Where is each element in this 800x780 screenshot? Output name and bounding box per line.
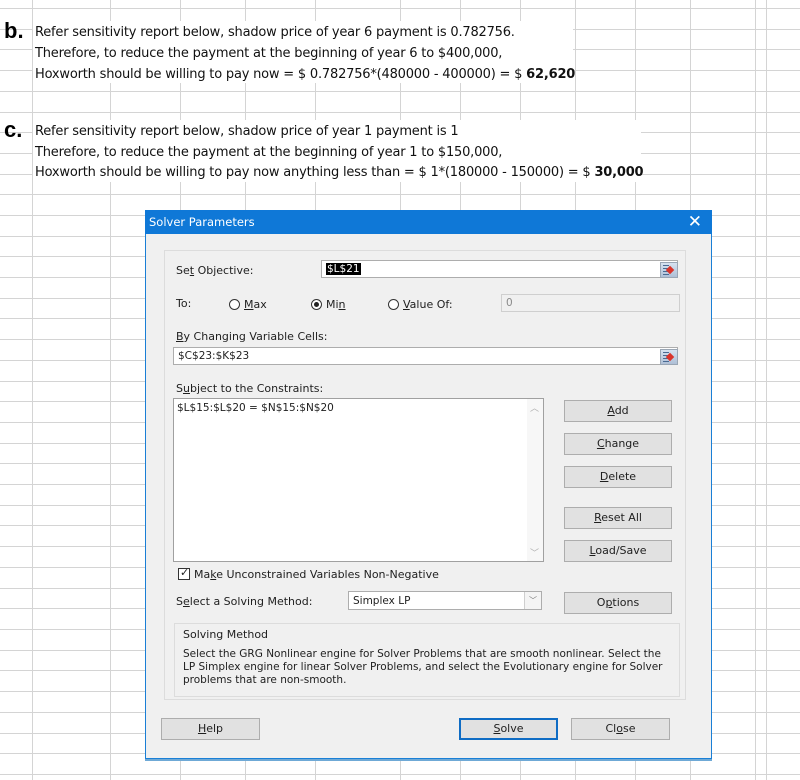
set-objective-label: Set Objective: (176, 264, 254, 277)
change-button[interactable]: Change (564, 433, 672, 455)
part-b-line1: Refer sensitivity report below, shadow p… (35, 25, 515, 40)
part-c-line3: Hoxworth should be willing to pay now an… (35, 165, 644, 180)
load-save-button[interactable]: Load/Save (564, 540, 672, 562)
changing-cells-label: By Changing Variable Cells: (176, 330, 328, 343)
part-b-label: b. (4, 18, 24, 43)
part-b-line2: Therefore, to reduce the payment at the … (35, 46, 503, 61)
help-button[interactable]: Help (161, 718, 260, 740)
to-label: To: (176, 297, 192, 310)
constraints-listbox[interactable]: $L$15:$L$20 = $N$15:$N$20 ︿ ﹀ (173, 398, 544, 562)
scroll-down-icon[interactable]: ﹀ (530, 546, 539, 559)
grid-row-line (0, 112, 800, 113)
radio-min-label[interactable]: Min (326, 298, 346, 311)
add-button[interactable]: Add (564, 400, 672, 422)
checkmark-icon: ✓ (180, 566, 190, 579)
part-c-line1: Refer sensitivity report below, shadow p… (35, 124, 459, 139)
grid-row-line (0, 774, 800, 775)
radio-max[interactable] (229, 299, 240, 310)
solving-method-description: Select the GRG Nonlinear engine for Solv… (183, 648, 663, 686)
collapse-dialog-cells-icon[interactable] (660, 349, 678, 365)
close-icon[interactable]: ✕ (688, 212, 702, 232)
solver-parameters-dialog: Solver Parameters ✕ Set Objective: $L$21… (145, 210, 712, 759)
constraint-item[interactable]: $L$15:$L$20 = $N$15:$N$20 (177, 402, 334, 414)
grid-column-line (32, 0, 33, 780)
reset-all-button[interactable]: Reset All (564, 507, 672, 529)
scroll-up-icon[interactable]: ︿ (530, 401, 539, 414)
solving-method-value: Simplex LP (353, 595, 411, 607)
part-c-label: c. (4, 117, 23, 142)
delete-button[interactable]: Delete (564, 466, 672, 488)
changing-cells-input[interactable]: $C$23:$K$23 (173, 347, 678, 365)
options-button[interactable]: Options (564, 592, 672, 614)
value-of-input[interactable]: 0 (501, 294, 680, 312)
radio-value-of-label[interactable]: Value Of: (403, 298, 453, 311)
part-b-result: 62,620 (526, 67, 576, 82)
solving-method-group: Solving Method Select the GRG Nonlinear … (174, 623, 680, 697)
radio-max-label[interactable]: Max (244, 298, 267, 311)
close-button[interactable]: Close (571, 718, 670, 740)
solving-method-group-title: Solving Method (183, 628, 269, 641)
dialog-titlebar[interactable]: Solver Parameters ✕ (145, 210, 712, 234)
grid-row-line (0, 8, 800, 9)
nonnegative-label[interactable]: Make Unconstrained Variables Non-Negativ… (194, 568, 439, 581)
nonnegative-checkbox[interactable]: ✓ (178, 566, 190, 580)
dialog-title: Solver Parameters (149, 215, 255, 229)
collapse-dialog-objective-icon[interactable] (660, 262, 678, 278)
grid-column-line (766, 0, 767, 780)
solving-method-label: Select a Solving Method: (176, 595, 313, 608)
constraints-label: Subject to the Constraints: (176, 382, 324, 395)
part-c-result: 30,000 (594, 165, 644, 180)
chevron-down-icon[interactable]: ﹀ (524, 592, 541, 609)
part-c-formula: Hoxworth should be willing to pay now an… (35, 165, 595, 180)
grid-column-line (110, 0, 111, 780)
part-b-line3: Hoxworth should be willing to pay now = … (35, 67, 575, 82)
grid-row-line (0, 194, 800, 195)
part-b-formula: Hoxworth should be willing to pay now = … (35, 67, 527, 82)
radio-value-of[interactable] (388, 299, 399, 310)
set-objective-value: $L$21 (326, 263, 361, 275)
set-objective-input[interactable]: $L$21 (321, 260, 678, 278)
grid-row-line (0, 91, 800, 92)
solve-button[interactable]: Solve (459, 718, 558, 740)
radio-min[interactable] (311, 299, 322, 310)
constraints-scrollbar[interactable]: ︿ ﹀ (527, 399, 543, 561)
part-c-line2: Therefore, to reduce the payment at the … (35, 145, 503, 160)
solving-method-select[interactable]: Simplex LP ﹀ (348, 591, 542, 610)
grid-column-line (755, 0, 756, 780)
